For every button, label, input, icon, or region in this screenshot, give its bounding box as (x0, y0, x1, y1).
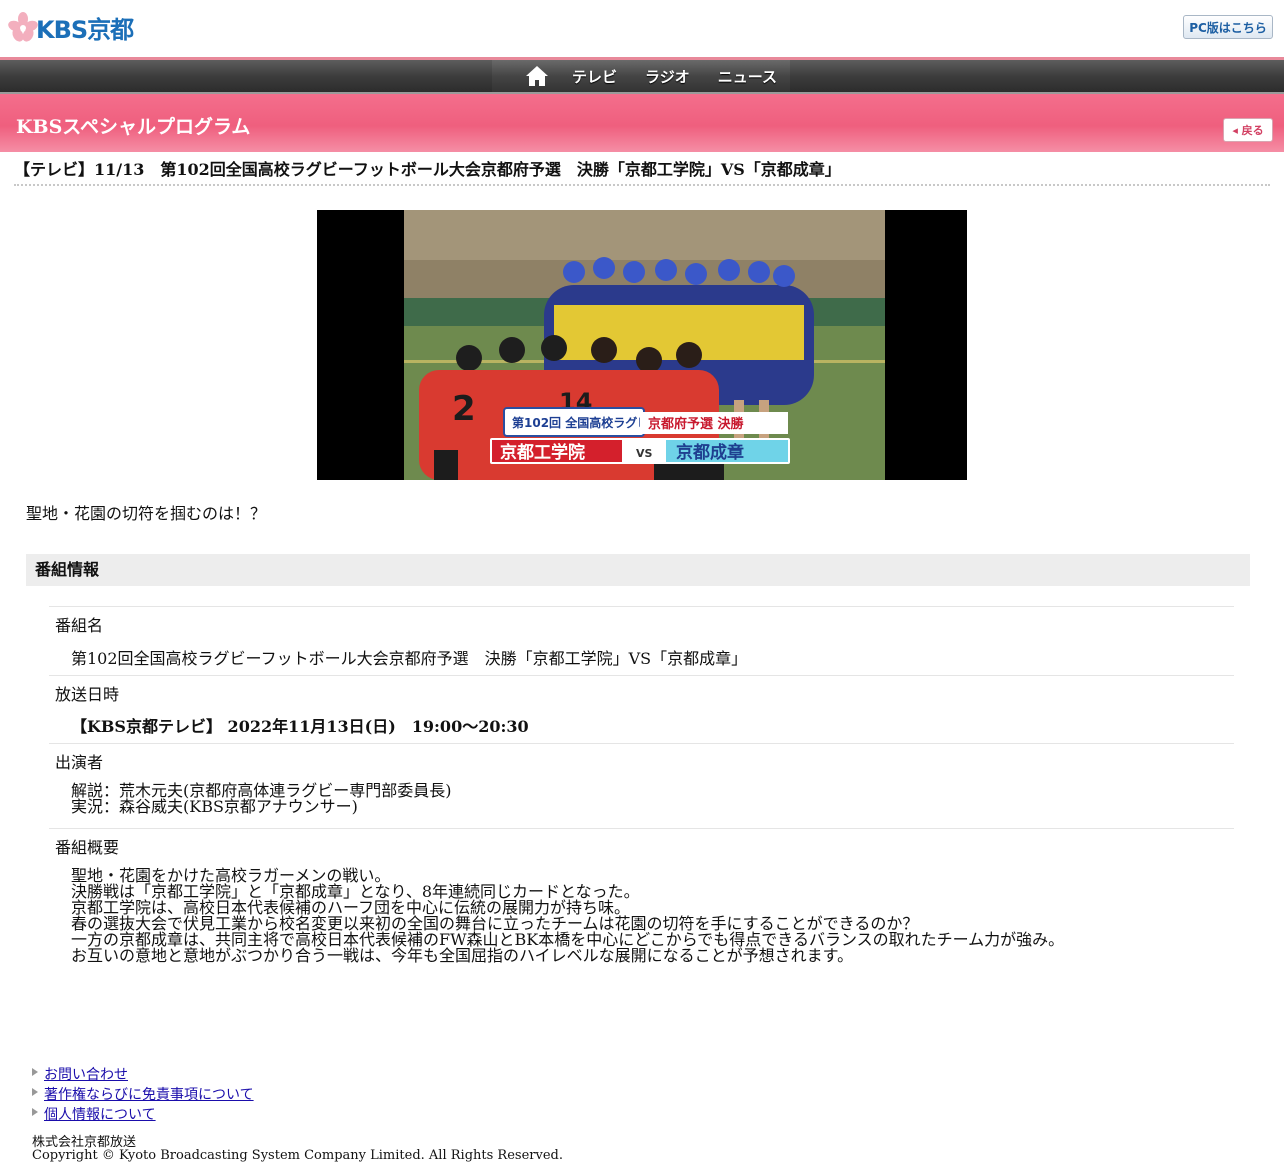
info-cast: 出演者 解説：荒木元夫(京都府高体連ラグビー専門部委員長) 実況：森谷威夫(KB… (49, 743, 1234, 828)
video-thumbnail: 2 14 第102回 全国高校ラグビー大会 京都府予選 決勝 京都工学院 VS … (404, 210, 885, 480)
program-tagline: 聖地・花園の切符を掴むのは！？ (26, 504, 267, 523)
footer-link-contact: お問い合わせ (32, 1064, 254, 1084)
copyright-text: Copyright © Kyoto Broadcasting System Co… (32, 1148, 563, 1163)
footer-link-privacy: 個人情報について (32, 1104, 254, 1124)
nav-menu: テレビ ラジオ ニュース (492, 60, 790, 92)
info-section-header: 番組情報 (26, 554, 1250, 586)
nav-item-radio[interactable]: ラジオ (637, 66, 698, 87)
program-name-value: 第102回全国高校ラグビーフットボール大会京都府予選 決勝「京都工学院」VS「京… (71, 649, 748, 668)
broadcast-time-label: 放送日時 (55, 685, 120, 704)
summary-label: 番組概要 (55, 838, 120, 857)
section-title: KBSスペシャルプログラム (16, 116, 251, 138)
info-broadcast-time: 放送日時 【KBS京都テレビ】 2022年11月13日(日) 19:00～20:… (49, 675, 1234, 743)
program-heading: 【テレビ】11/13 第102回全国高校ラグビーフットボール大会京都府予選 決勝… (14, 160, 1270, 186)
nav-item-news[interactable]: ニュース (710, 66, 785, 87)
cast-announcer: 実況：森谷威夫(KBS京都アナウンサー) (71, 797, 358, 816)
privacy-link[interactable]: 個人情報について (44, 1104, 156, 1124)
broadcast-time-value: 【KBS京都テレビ】 2022年11月13日(日) 19:00～20:30 (71, 717, 529, 736)
summary-text: 聖地・花園をかけた高校ラガーメンの戦い。 決勝戦は「京都工学院」と「京都成章」と… (71, 868, 1064, 964)
footer-link-copyright: 著作権ならびに免責事項について (32, 1084, 254, 1104)
sakura-logo-icon (8, 12, 38, 42)
team1-label: 京都工学院 (500, 442, 585, 463)
pc-version-button[interactable]: PC版はこちら (1183, 15, 1273, 39)
cast-list: 解説：荒木元夫(京都府高体連ラグビー専門部委員長) 実況：森谷威夫(KBS京都ア… (71, 783, 452, 815)
summary-line: お互いの意地と意地がぶつかり合う一戦は、今年も全国屈指のハイレベルな展開になるこ… (71, 946, 854, 965)
back-button[interactable]: ◂ 戻る (1223, 118, 1273, 142)
info-summary: 番組概要 聖地・花園をかけた高校ラガーメンの戦い。 決勝戦は「京都工学院」と「京… (49, 828, 1234, 979)
logo-text: KBS京都 (36, 15, 134, 44)
kbs-logo[interactable]: KBS京都 (8, 10, 158, 44)
nav-home[interactable] (522, 64, 552, 88)
site-header: KBS京都 PC版はこちら (0, 0, 1284, 57)
program-name-label: 番組名 (55, 616, 104, 635)
info-program-name: 番組名 第102回全国高校ラグビーフットボール大会京都府予選 決勝「京都工学院」… (49, 606, 1234, 675)
section-banner: KBSスペシャルプログラム ◂ 戻る (0, 94, 1284, 152)
cast-label: 出演者 (55, 753, 104, 772)
svg-text:2: 2 (452, 389, 476, 429)
footer-links: お問い合わせ 著作権ならびに免責事項について 個人情報について (32, 1064, 254, 1124)
home-icon (526, 66, 548, 86)
contact-link[interactable]: お問い合わせ (44, 1064, 128, 1084)
nav-item-tv[interactable]: テレビ (564, 66, 625, 87)
link-arrow-icon (32, 1088, 38, 1096)
team2-label: 京都成章 (676, 442, 744, 463)
link-arrow-icon (32, 1108, 38, 1116)
copyright-disclaimer-link[interactable]: 著作権ならびに免責事項について (44, 1084, 254, 1104)
main-nav: テレビ ラジオ ニュース (0, 60, 1284, 94)
link-arrow-icon (32, 1068, 38, 1076)
program-video[interactable]: 2 14 第102回 全国高校ラグビー大会 京都府予選 決勝 京都工学院 VS … (317, 210, 967, 480)
stage-label: 京都府予選 決勝 (648, 416, 745, 432)
vs-label: VS (636, 447, 653, 460)
